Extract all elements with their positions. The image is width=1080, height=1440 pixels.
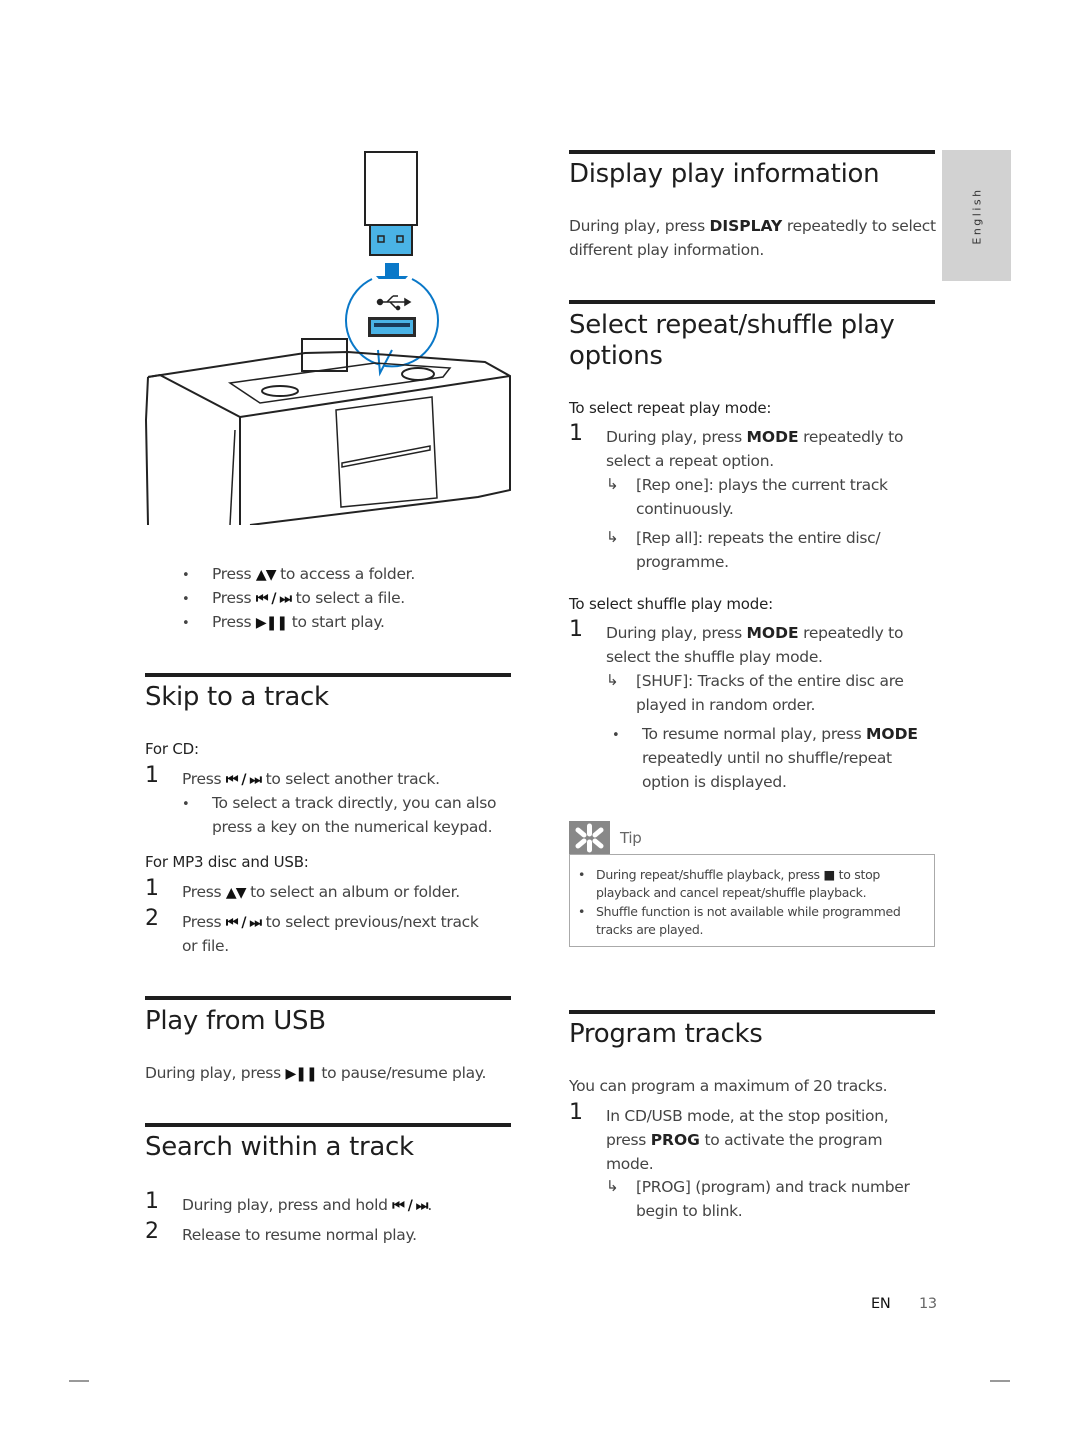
usb-port-callout <box>345 278 439 377</box>
repeat-title-l1: Select repeat/shuffle play <box>569 310 895 340</box>
section-rule <box>145 996 511 1000</box>
tip-icon <box>569 821 610 855</box>
repeat-result-1-l2: continuously. <box>636 500 734 518</box>
mp3-step-1: Press ▲▼ to select an album or folder. <box>182 883 460 901</box>
up-down-icon: ▲▼ <box>255 567 277 583</box>
search-step-1: During play, press and hold ⏮ / ⏭. <box>182 1196 432 1214</box>
result-arrow-icon: ↳ <box>606 671 619 689</box>
up-down-icon: ▲▼ <box>225 885 247 901</box>
usb-bullet-3: Press ▶❚❚ to start play. <box>212 613 385 631</box>
usb-bullet-1: Press ▲▼ to access a folder. <box>212 565 415 583</box>
bullet-dot: • <box>182 797 190 812</box>
tip-item-1-l2: playback and cancel repeat/shuffle playb… <box>596 885 867 900</box>
cd-step-1: Press ⏮ / ⏭ to select another track. <box>182 770 440 788</box>
repeat-step-l1: During play, press MODE repeatedly to <box>606 428 904 446</box>
repeat-result-2-l1: [Rep all]: repeats the entire disc/ <box>636 529 881 547</box>
stop-icon: ■ <box>823 867 835 882</box>
result-arrow-icon: ↳ <box>606 1177 619 1195</box>
skip-title: Skip to a track <box>145 682 329 712</box>
section-rule <box>569 300 935 304</box>
page-number: 13 <box>919 1296 937 1312</box>
prev-next-icon: ⏮ / ⏭ <box>225 915 262 931</box>
step-number: 1 <box>145 763 159 788</box>
prev-next-icon: ⏮ / ⏭ <box>255 591 292 607</box>
bullet-dot: • <box>182 592 190 607</box>
step-number: 1 <box>145 876 159 901</box>
prev-next-icon: ⏮ / ⏭ <box>225 772 262 788</box>
usb-flash-drive-icon <box>364 151 418 256</box>
mp3-step-2: Press ⏮ / ⏭ to select previous/next trac… <box>182 913 479 931</box>
program-result-l1: [PROG] (program) and track number <box>636 1178 910 1196</box>
program-step-l3: mode. <box>606 1155 654 1173</box>
program-title: Program tracks <box>569 1019 763 1049</box>
step-number: 2 <box>145 1219 159 1244</box>
for-mp3-label: For MP3 disc and USB: <box>145 853 309 871</box>
step-number: 1 <box>569 421 583 446</box>
usb-bullet-2: Press ⏮ / ⏭ to select a file. <box>212 589 405 607</box>
play-pause-icon: ▶❚❚ <box>285 1066 317 1082</box>
shuffle-sub: To select shuffle play mode: <box>569 595 773 613</box>
footer-lang: EN <box>871 1296 891 1312</box>
play-pause-icon: ▶❚❚ <box>255 615 288 631</box>
usb-insertion-illustration <box>144 151 511 525</box>
bullet-dot: • <box>578 867 586 882</box>
prev-next-icon: ⏮ / ⏭ <box>392 1198 428 1214</box>
crop-mark <box>69 1380 89 1382</box>
mode-key: MODE <box>865 725 919 743</box>
shuffle-result-l1: [SHUF]: Tracks of the entire disc are <box>636 672 904 690</box>
play-usb-text: During play, press ▶❚❚ to pause/resume p… <box>145 1064 487 1082</box>
repeat-result-1-l1: [Rep one]: plays the current track <box>636 476 888 494</box>
bullet-dot: • <box>182 568 190 583</box>
mode-key: MODE <box>746 624 799 642</box>
repeat-step-l2: select a repeat option. <box>606 452 774 470</box>
display-text-l2: different play information. <box>569 241 765 259</box>
search-step-2: Release to resume normal play. <box>182 1226 417 1244</box>
program-result-l2: begin to blink. <box>636 1202 743 1220</box>
shuffle-note-l3: option is displayed. <box>642 773 787 791</box>
mp3-step-2-l2: or file. <box>182 937 229 955</box>
cd-step-1-note-l2: press a key on the numerical keypad. <box>212 818 493 836</box>
display-title: Display play information <box>569 159 880 189</box>
display-text-l1: During play, press DISPLAY repeatedly to… <box>569 217 936 235</box>
section-rule <box>145 673 511 677</box>
bullet-dot: • <box>612 728 620 743</box>
shuffle-result-l2: played in random order. <box>636 696 816 714</box>
language-tab-label: English <box>970 186 983 245</box>
shuffle-step-l2: select the shuffle play mode. <box>606 648 823 666</box>
play-usb-title: Play from USB <box>145 1006 326 1036</box>
result-arrow-icon: ↳ <box>606 528 619 546</box>
repeat-sub: To select repeat play mode: <box>569 399 772 417</box>
result-arrow-icon: ↳ <box>606 475 619 493</box>
program-intro: You can program a maximum of 20 tracks. <box>569 1077 888 1095</box>
prog-key: PROG <box>650 1131 700 1149</box>
tip-item-2-l1: Shuffle function is not available while … <box>596 904 901 919</box>
search-title: Search within a track <box>145 1132 414 1162</box>
step-number: 1 <box>145 1189 159 1214</box>
program-step-l2: press PROG to activate the program <box>606 1131 883 1149</box>
cd-step-1-note-l1: To select a track directly, you can also <box>212 794 497 812</box>
bullet-dot: • <box>578 904 586 919</box>
program-step-l1: In CD/USB mode, at the stop position, <box>606 1107 889 1125</box>
shuffle-note-l1: To resume normal play, press MODE <box>642 725 919 743</box>
docking-speaker-device <box>144 338 511 525</box>
step-number: 2 <box>145 906 159 931</box>
repeat-title-l2: options <box>569 341 663 371</box>
shuffle-note-l2: repeatedly until no shuffle/repeat <box>642 749 892 767</box>
tip-item-1-l1: During repeat/shuffle playback, press ■ … <box>596 867 881 882</box>
shuffle-step-l1: During play, press MODE repeatedly to <box>606 624 904 642</box>
for-cd-label: For CD: <box>145 740 199 758</box>
section-rule <box>569 150 935 154</box>
bullet-dot: • <box>182 616 190 631</box>
tip-label: Tip <box>620 829 642 847</box>
section-rule <box>569 1010 935 1014</box>
step-number: 1 <box>569 617 583 642</box>
repeat-result-2-l2: programme. <box>636 553 729 571</box>
step-number: 1 <box>569 1100 583 1125</box>
section-rule <box>145 1123 511 1127</box>
tip-item-2-l2: tracks are played. <box>596 922 704 937</box>
display-key: DISPLAY <box>709 217 783 235</box>
crop-mark <box>990 1380 1010 1382</box>
mode-key: MODE <box>746 428 799 446</box>
